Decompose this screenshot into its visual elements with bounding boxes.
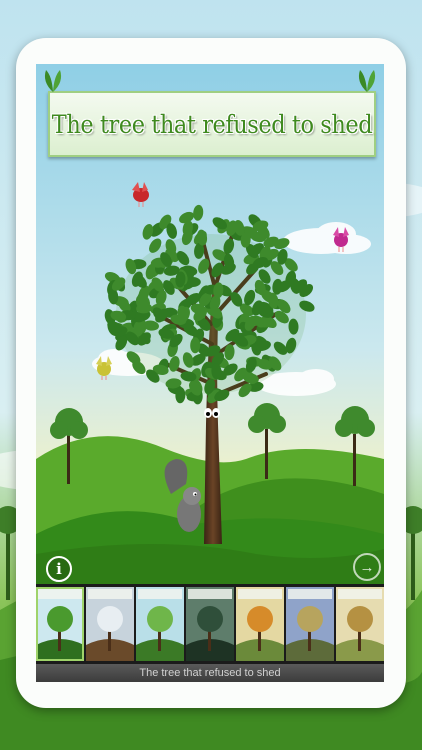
thumbnail-page-5[interactable]: [236, 587, 284, 661]
thumbnail-page-7[interactable]: [336, 587, 384, 661]
thumbnail-page-4[interactable]: [186, 587, 234, 661]
next-page-button[interactable]: →: [353, 553, 381, 581]
thumbnail-page-2[interactable]: [86, 587, 134, 661]
thumbnail-image: [136, 587, 184, 661]
story-page[interactable]: The tree that refused to shed i →: [36, 64, 384, 584]
story-title-banner: The tree that refused to shed: [48, 91, 376, 157]
thumbnail-image: [186, 587, 234, 661]
thumbnail-page-6[interactable]: [286, 587, 334, 661]
info-button[interactable]: i: [46, 556, 72, 582]
thumbnail-page-1[interactable]: [36, 587, 84, 661]
thumbnail-page-3[interactable]: [136, 587, 184, 661]
thumbnail-image: [236, 587, 284, 661]
thumbnail-image: [286, 587, 334, 661]
thumbnail-image: [86, 587, 134, 661]
leaf-ornament-left-icon: [44, 70, 62, 92]
story-title: The tree that refused to shed: [51, 109, 373, 139]
thumbnail-image: [36, 587, 84, 661]
thumbnail-image: [336, 587, 384, 661]
leaf-ornament-right-icon: [358, 70, 376, 92]
thumbnail-list: [36, 587, 384, 661]
page-thumbnail-strip: The tree that refused to shed: [36, 584, 384, 682]
thumbnail-caption: The tree that refused to shed: [36, 664, 384, 682]
